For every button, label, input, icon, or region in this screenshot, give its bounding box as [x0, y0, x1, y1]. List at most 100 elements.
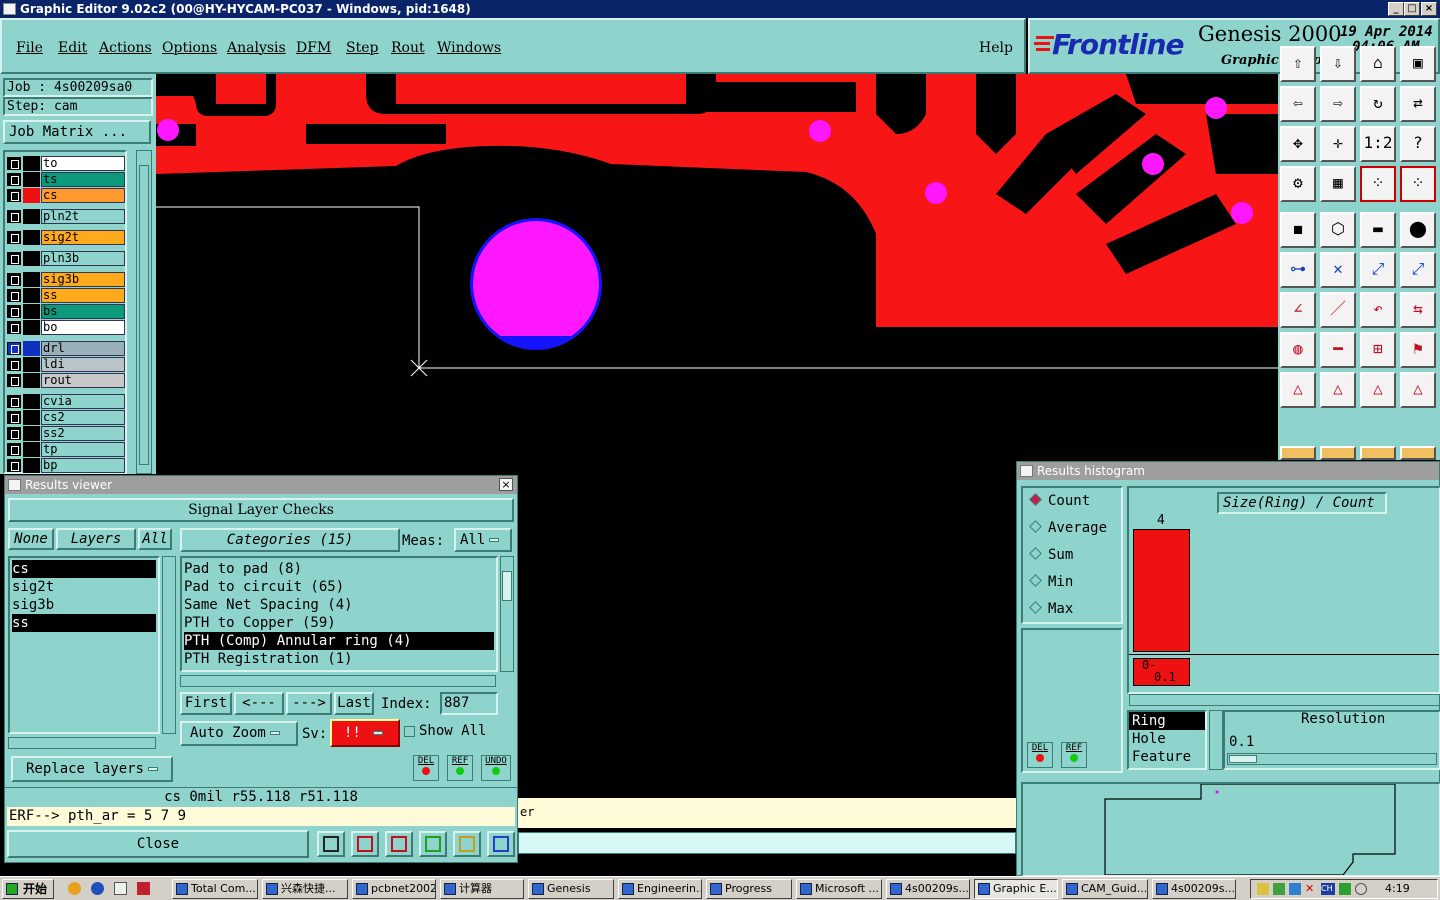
layer-checkbox[interactable]: [7, 273, 21, 286]
layer-row-pln2t[interactable]: pln2t: [7, 209, 125, 224]
layer-checkbox[interactable]: [7, 321, 21, 334]
quick-launch-icon[interactable]: [91, 882, 104, 895]
tool-button-icon[interactable]: ⚙: [1280, 166, 1316, 202]
tool-button-icon[interactable]: ⁘: [1400, 166, 1436, 202]
category-list[interactable]: Pad to pad (8) Pad to circuit (65) Same Ne…: [180, 556, 498, 672]
show-all-checkbox[interactable]: [404, 726, 415, 737]
menu-options[interactable]: Options: [162, 40, 217, 56]
measure-kind-list[interactable]: Ring Hole Feature: [1127, 710, 1207, 770]
layer-checkbox[interactable]: [7, 342, 21, 355]
menu-windows[interactable]: Windows: [437, 40, 501, 56]
menu-step[interactable]: Step: [346, 40, 378, 56]
tool-button-icon[interactable]: ↻: [1360, 86, 1396, 122]
del-button[interactable]: DEL: [413, 755, 439, 781]
measure-kind-scrollbar[interactable]: [1209, 710, 1223, 770]
taskbar-item[interactable]: pcbnet2002: [352, 879, 436, 899]
tool-button-icon[interactable]: ⇄: [1400, 86, 1436, 122]
tool-button-icon[interactable]: ⊞: [1360, 332, 1396, 368]
tool-button-icon[interactable]: ⌂: [1360, 46, 1396, 82]
tool-button-icon[interactable]: ∠: [1280, 292, 1316, 328]
layer-row-cvia[interactable]: cvia: [7, 394, 125, 409]
tray-icon[interactable]: [1355, 883, 1367, 895]
radio-sum[interactable]: Sum: [1029, 547, 1073, 563]
viewer-tool-icon[interactable]: [419, 831, 447, 857]
command-input[interactable]: [518, 832, 1016, 854]
tool-button-icon[interactable]: ◍: [1280, 332, 1316, 368]
severity-select[interactable]: !!: [330, 719, 400, 747]
result-layer-item[interactable]: sig3b: [12, 596, 156, 614]
menu-edit[interactable]: Edit: [58, 40, 87, 56]
tool-button-icon[interactable]: [1400, 446, 1436, 460]
next-button[interactable]: --->: [286, 692, 332, 715]
tray-icon[interactable]: [1273, 883, 1285, 895]
tool-button-icon[interactable]: [1280, 446, 1316, 460]
histogram-titlebar[interactable]: Results histogram: [1017, 462, 1439, 480]
window-title-bar[interactable]: Graphic Editor 9.02c2 (00@HY-HYCAM-PC037…: [0, 0, 1440, 18]
menu-help[interactable]: Help: [979, 40, 1013, 56]
layers-button[interactable]: Layers: [56, 528, 136, 550]
tool-button-icon[interactable]: ▬: [1360, 212, 1396, 248]
layer-name[interactable]: cs: [41, 188, 125, 203]
first-button[interactable]: First: [180, 692, 232, 715]
layer-row-ldi[interactable]: ldi: [7, 357, 125, 372]
tool-button-icon[interactable]: ✥: [1280, 126, 1316, 162]
taskbar-item[interactable]: Total Com...: [172, 879, 258, 899]
ref-button[interactable]: REF: [447, 755, 473, 781]
layer-name[interactable]: tp: [41, 442, 125, 457]
histogram-hscrollbar[interactable]: [1129, 694, 1440, 706]
signal-layer-checks-header[interactable]: Signal Layer Checks: [8, 498, 514, 522]
menu-dfm[interactable]: DFM: [296, 40, 331, 56]
taskbar-item[interactable]: Genesis: [528, 879, 614, 899]
quick-launch-icon[interactable]: [114, 882, 127, 895]
layer-row-bp[interactable]: bp: [7, 458, 125, 473]
tool-button-icon[interactable]: ⬡: [1320, 212, 1356, 248]
layer-row-ss2[interactable]: ss2: [7, 426, 125, 441]
measure-kind-item[interactable]: Hole: [1129, 730, 1205, 748]
layer-checkbox[interactable]: [7, 443, 21, 456]
tool-button-icon[interactable]: ⇧: [1280, 46, 1316, 82]
viewer-tool-icon[interactable]: [317, 831, 345, 857]
menu-actions[interactable]: Actions: [99, 40, 152, 56]
category-item[interactable]: Pad to circuit (65): [184, 578, 494, 596]
category-item[interactable]: PTH Registration (1): [184, 650, 494, 668]
tool-button-icon[interactable]: ▦: [1320, 166, 1356, 202]
category-hscrollbar[interactable]: [180, 675, 496, 687]
layer-name[interactable]: pln2t: [41, 209, 125, 224]
tool-button-icon[interactable]: ⤢: [1360, 252, 1396, 288]
overview-map[interactable]: [1021, 782, 1440, 877]
tool-button-icon[interactable]: ⁘: [1360, 166, 1396, 202]
histogram-bar[interactable]: [1133, 529, 1190, 652]
tool-button-icon[interactable]: ?: [1400, 126, 1436, 162]
menu-analysis[interactable]: Analysis: [227, 40, 286, 56]
measure-kind-item[interactable]: Feature: [1129, 748, 1205, 766]
replace-layers-select[interactable]: Replace layers: [11, 756, 173, 782]
measure-kind-item[interactable]: Ring: [1129, 712, 1205, 730]
tool-button-icon[interactable]: ▣: [1400, 46, 1436, 82]
layer-checkbox[interactable]: [7, 252, 21, 265]
tool-button-icon[interactable]: △: [1320, 372, 1356, 408]
taskbar-item[interactable]: 4s00209s...: [886, 879, 970, 899]
taskbar-item[interactable]: 4s00209s...: [1152, 879, 1236, 899]
layer-checkbox[interactable]: [7, 231, 21, 244]
layer-checkbox[interactable]: [7, 374, 21, 387]
tool-button-icon[interactable]: ━: [1320, 332, 1356, 368]
meas-select[interactable]: All: [454, 528, 512, 552]
tray-icon[interactable]: [1289, 883, 1301, 895]
tool-button-icon[interactable]: [1360, 446, 1396, 460]
taskbar-item[interactable]: 兴森快捷...: [262, 879, 348, 899]
maximize-button[interactable]: □: [1404, 2, 1420, 16]
layer-row-tp[interactable]: tp: [7, 442, 125, 457]
category-item[interactable]: Same Net Spacing (4): [184, 596, 494, 614]
taskbar-item[interactable]: Progress: [706, 879, 792, 899]
layer-row-sig3b[interactable]: sig3b: [7, 272, 125, 287]
tool-button-icon[interactable]: ⇨: [1320, 86, 1356, 122]
quick-launch-icon[interactable]: [68, 882, 81, 895]
undo-button[interactable]: UNDO: [481, 755, 511, 781]
taskbar-item[interactable]: CAM_Guid...: [1062, 879, 1148, 899]
layer-checkbox[interactable]: [7, 289, 21, 302]
tool-button-icon[interactable]: ⇩: [1320, 46, 1356, 82]
radio-count[interactable]: Count: [1029, 493, 1090, 509]
layer-checkbox[interactable]: [7, 189, 21, 202]
tool-button-icon[interactable]: ⤢: [1400, 252, 1436, 288]
category-item[interactable]: PTH (Comp) Annular ring (4): [184, 632, 494, 650]
